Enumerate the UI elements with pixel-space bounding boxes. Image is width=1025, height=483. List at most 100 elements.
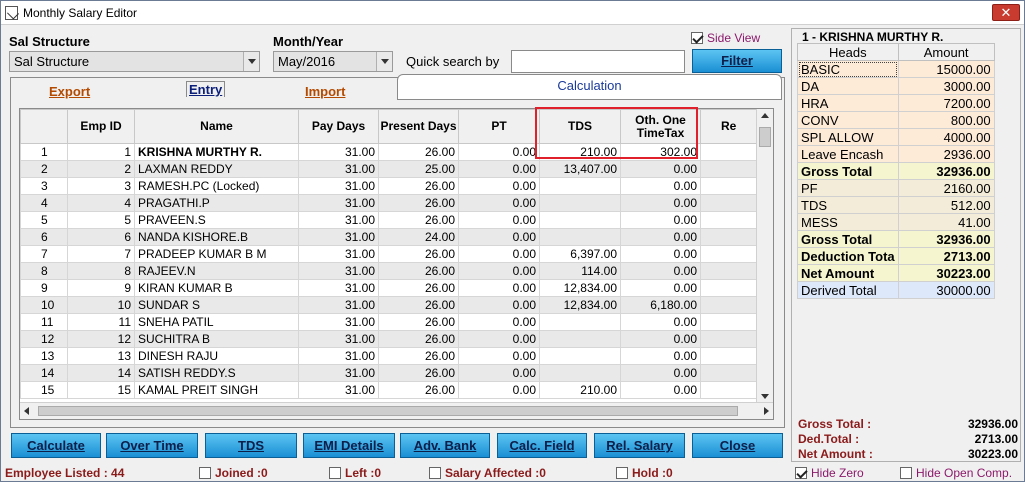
hold-filter[interactable]: Hold :0 — [616, 466, 673, 480]
heads-row[interactable]: DA 3000.00 — [797, 77, 995, 95]
pt-cell[interactable]: 0.00 — [458, 262, 540, 280]
pay-days-cell[interactable]: 31.00 — [298, 279, 379, 297]
close-button[interactable]: Close — [692, 433, 783, 458]
table-row[interactable]: 14 14 SATISH REDDY.S 31.00 26.00 0.00 0.00 — [20, 364, 761, 382]
scroll-thumb[interactable] — [759, 127, 771, 147]
head-name-cell[interactable]: PF — [797, 179, 899, 197]
chevron-down-icon[interactable] — [243, 52, 259, 71]
head-name-cell[interactable]: CONV — [797, 111, 899, 129]
pt-cell[interactable]: 0.00 — [458, 211, 540, 229]
table-row[interactable]: 5 5 PRAVEEN.S 31.00 26.00 0.00 0.00 — [20, 211, 761, 229]
present-days-cell[interactable]: 26.00 — [378, 313, 459, 331]
sal-structure-select[interactable]: Sal Structure — [9, 51, 260, 72]
re-cell[interactable] — [700, 143, 761, 161]
calc-field-button[interactable]: Calc. Field — [497, 433, 587, 458]
grid-horizontal-scrollbar[interactable] — [20, 402, 773, 419]
side-view-checkbox[interactable] — [691, 32, 703, 44]
present-days-cell[interactable]: 26.00 — [378, 347, 459, 365]
re-cell[interactable] — [700, 381, 761, 399]
tab-calculation[interactable]: Calculation — [397, 74, 782, 100]
re-cell[interactable] — [700, 228, 761, 246]
table-row[interactable]: 2 2 LAXMAN REDDY 31.00 25.00 0.00 13,407.00 0.0… — [20, 160, 761, 178]
heads-row[interactable]: Leave Encash 2936.00 — [797, 145, 995, 163]
head-amount-cell[interactable]: 800.00 — [897, 111, 995, 129]
tds-cell[interactable] — [539, 177, 621, 195]
hide-zero-checkbox[interactable] — [795, 467, 807, 479]
emp-id-cell[interactable]: 5 — [67, 211, 135, 229]
table-row[interactable]: 3 3 RAMESH.PC (Locked) 31.00 26.00 0.00 0.00 — [20, 177, 761, 195]
month-year-select[interactable]: May/2016 — [273, 51, 393, 72]
present-days-cell[interactable]: 26.00 — [378, 330, 459, 348]
present-days-cell[interactable]: 26.00 — [378, 211, 459, 229]
head-name-cell[interactable]: DA — [797, 77, 899, 95]
pay-days-cell[interactable]: 31.00 — [298, 330, 379, 348]
head-amount-cell[interactable]: 3000.00 — [897, 77, 995, 95]
re-cell[interactable] — [700, 177, 761, 195]
oth-one-timetax-cell[interactable]: 0.00 — [620, 211, 701, 229]
pt-cell[interactable]: 0.00 — [458, 279, 540, 297]
name-cell[interactable]: PRAGATHI.P — [134, 194, 299, 212]
re-cell[interactable] — [700, 347, 761, 365]
heads-row[interactable]: MESS 41.00 — [797, 213, 995, 231]
emp-id-cell[interactable]: 7 — [67, 245, 135, 263]
heads-row[interactable]: Gross Total 32936.00 — [797, 230, 995, 248]
name-cell[interactable]: NANDA KISHORE.B — [134, 228, 299, 246]
tds-cell[interactable]: 13,407.00 — [539, 160, 621, 178]
pt-cell[interactable]: 0.00 — [458, 381, 540, 399]
head-name-cell[interactable]: Leave Encash — [797, 145, 899, 163]
pt-cell[interactable]: 0.00 — [458, 347, 540, 365]
oth-one-timetax-cell[interactable]: 0.00 — [620, 313, 701, 331]
present-days-cell[interactable]: 26.00 — [378, 177, 459, 195]
col-header-emp-id[interactable]: Emp ID — [67, 109, 135, 144]
oth-one-timetax-cell[interactable]: 0.00 — [620, 177, 701, 195]
heads-row[interactable]: Derived Total 30000.00 — [797, 281, 995, 299]
scroll-up-arrow-icon[interactable] — [761, 113, 769, 118]
head-amount-cell[interactable]: 15000.00 — [897, 60, 995, 78]
head-amount-cell[interactable]: 32936.00 — [897, 230, 995, 248]
head-amount-cell[interactable]: 7200.00 — [897, 94, 995, 112]
pay-days-cell[interactable]: 31.00 — [298, 364, 379, 382]
oth-one-timetax-cell[interactable]: 0.00 — [620, 160, 701, 178]
table-row[interactable]: 15 15 KAMAL PREIT SINGH 31.00 26.00 0.00 210.0… — [20, 381, 761, 399]
tds-cell[interactable]: 210.00 — [539, 381, 621, 399]
tab-export[interactable]: Export — [49, 84, 90, 99]
emp-id-cell[interactable]: 3 — [67, 177, 135, 195]
pt-cell[interactable]: 0.00 — [458, 330, 540, 348]
col-header-re[interactable]: Re — [700, 109, 761, 144]
oth-one-timetax-cell[interactable]: 0.00 — [620, 330, 701, 348]
table-row[interactable]: 12 12 SUCHITRA B 31.00 26.00 0.00 0.00 — [20, 330, 761, 348]
name-cell[interactable]: DINESH RAJU — [134, 347, 299, 365]
heads-row[interactable]: HRA 7200.00 — [797, 94, 995, 112]
chevron-down-icon[interactable] — [376, 52, 392, 71]
head-name-cell[interactable]: MESS — [797, 213, 899, 231]
head-name-cell[interactable]: Gross Total — [797, 230, 899, 248]
over-time-button[interactable]: Over Time — [106, 433, 198, 458]
calculate-button[interactable]: Calculate — [11, 433, 101, 458]
name-cell[interactable]: SNEHA PATIL — [134, 313, 299, 331]
emp-id-cell[interactable]: 6 — [67, 228, 135, 246]
tds-cell[interactable] — [539, 330, 621, 348]
head-name-cell[interactable]: TDS — [797, 196, 899, 214]
side-view-toggle[interactable]: Side View — [691, 31, 760, 45]
tds-cell[interactable]: 114.00 — [539, 262, 621, 280]
head-amount-cell[interactable]: 2160.00 — [897, 179, 995, 197]
head-amount-cell[interactable]: 2936.00 — [897, 145, 995, 163]
name-cell[interactable]: LAXMAN REDDY — [134, 160, 299, 178]
pt-cell[interactable]: 0.00 — [458, 296, 540, 314]
hide-zero-toggle[interactable]: Hide Zero — [795, 466, 864, 480]
close-window-button[interactable]: ✕ — [992, 4, 1020, 21]
hold-checkbox[interactable] — [616, 467, 628, 479]
head-name-cell[interactable]: Deduction Tota — [797, 247, 899, 265]
re-cell[interactable] — [700, 245, 761, 263]
head-name-cell[interactable]: BASIC — [797, 60, 899, 78]
present-days-cell[interactable]: 26.00 — [378, 262, 459, 280]
rel-salary-button[interactable]: Rel. Salary — [594, 433, 685, 458]
emp-id-cell[interactable]: 2 — [67, 160, 135, 178]
tds-cell[interactable] — [539, 347, 621, 365]
present-days-cell[interactable]: 26.00 — [378, 364, 459, 382]
pt-cell[interactable]: 0.00 — [458, 160, 540, 178]
re-cell[interactable] — [700, 364, 761, 382]
oth-one-timetax-cell[interactable]: 0.00 — [620, 364, 701, 382]
quick-search-input[interactable] — [511, 50, 685, 73]
tds-cell[interactable]: 12,834.00 — [539, 279, 621, 297]
